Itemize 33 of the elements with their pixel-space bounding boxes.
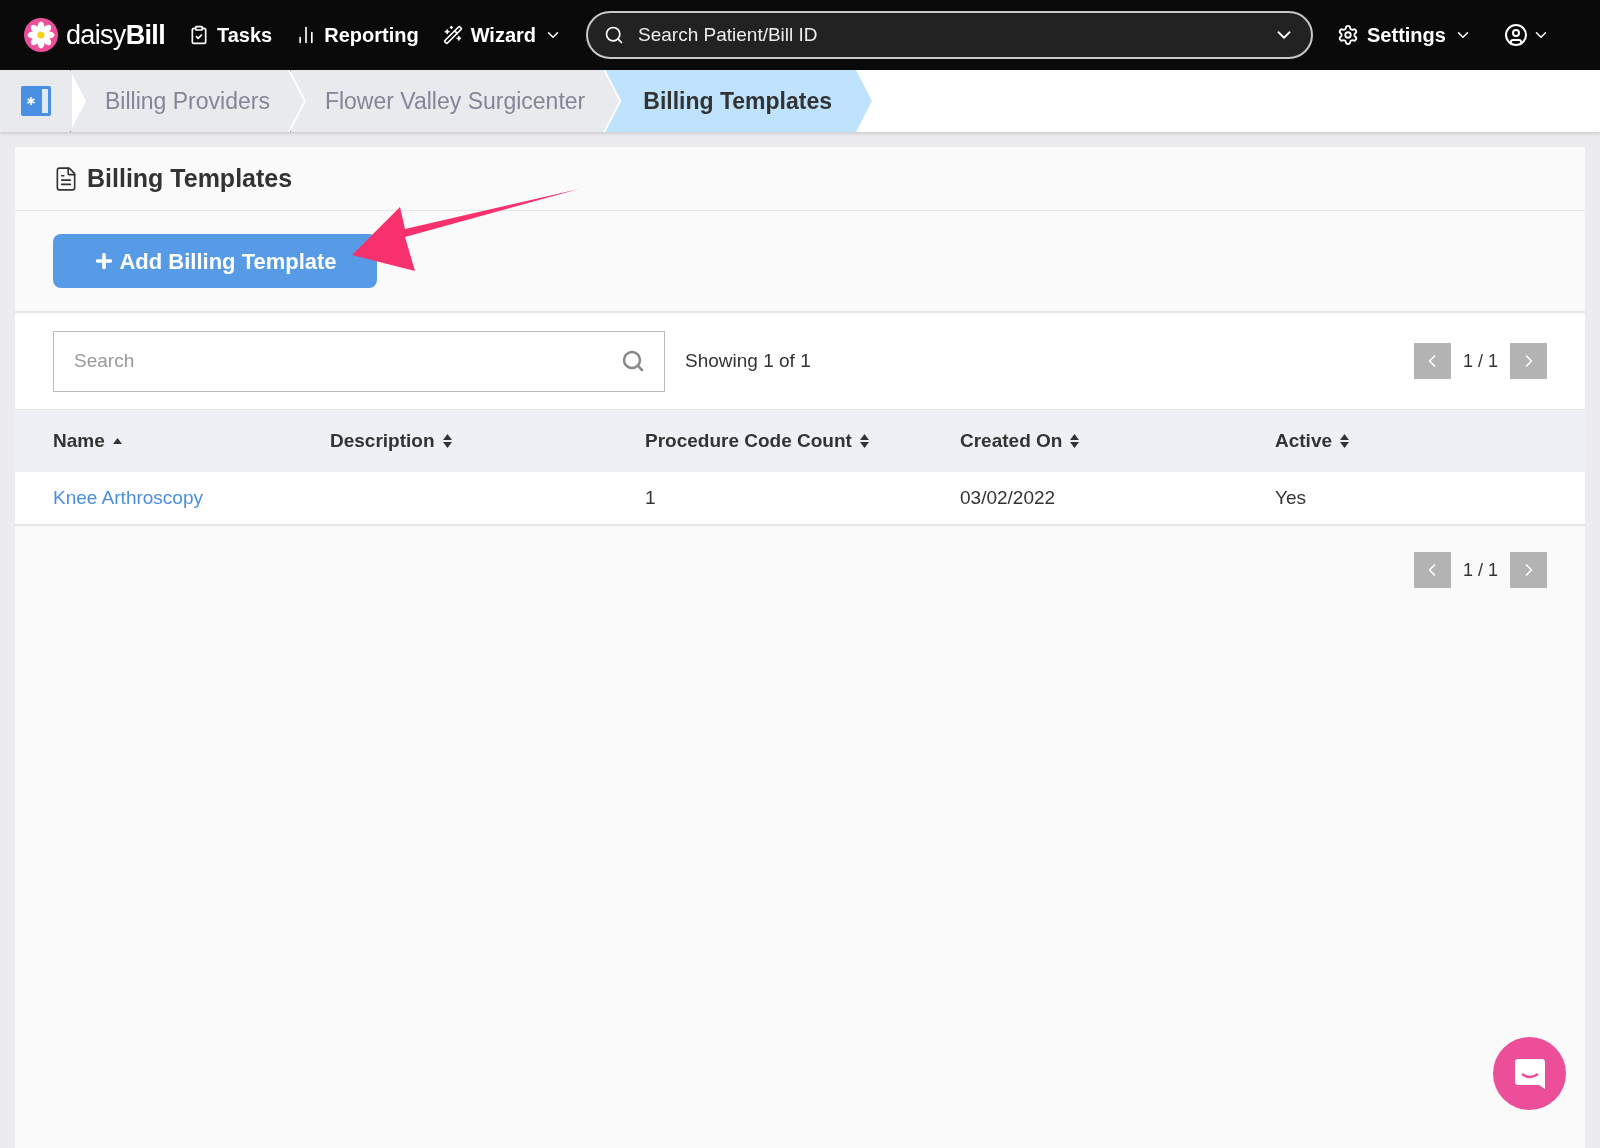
flower-logo-icon bbox=[24, 18, 58, 52]
column-header[interactable]: Procedure Code Count bbox=[645, 426, 960, 456]
logo-wordmark[interactable]: daisyBill bbox=[66, 14, 165, 56]
magic-wand-icon bbox=[442, 25, 463, 45]
patient-search-field[interactable]: Search Patient/Bill ID bbox=[586, 11, 1314, 59]
settings-menu[interactable]: Settings bbox=[1337, 20, 1472, 50]
column-header[interactable]: Created On bbox=[960, 426, 1275, 456]
breadcrumb-item[interactable]: Billing Templates bbox=[605, 70, 872, 132]
column-header[interactable]: Active bbox=[1275, 426, 1547, 456]
user-avatar-icon bbox=[1503, 23, 1528, 47]
column-header[interactable]: Description bbox=[330, 426, 645, 456]
page-indicator: 1 / 1 bbox=[1462, 558, 1498, 582]
next-page-button[interactable] bbox=[1510, 343, 1547, 379]
page-indicator: 1 / 1 bbox=[1462, 349, 1498, 373]
next-page-button[interactable] bbox=[1510, 552, 1547, 588]
table-cell: 03/02/2022 bbox=[960, 486, 1056, 508]
table-cell: 1 bbox=[645, 486, 656, 508]
breadcrumb-home[interactable] bbox=[0, 70, 72, 132]
search-icon bbox=[621, 348, 645, 373]
previous-page-button[interactable] bbox=[1413, 552, 1451, 588]
chat-bubble-icon bbox=[1512, 1056, 1547, 1091]
provider-card-icon bbox=[21, 86, 51, 116]
nav-menu-item[interactable]: Tasks bbox=[188, 20, 273, 50]
nav-menu-item[interactable]: Wizard bbox=[442, 20, 563, 50]
previous-page-button[interactable] bbox=[1413, 343, 1451, 379]
showing-count: Showing 1 of 1 bbox=[685, 348, 811, 373]
settings-icon bbox=[1337, 24, 1360, 46]
panel-title: Billing Templates bbox=[87, 162, 293, 194]
table-cell: Yes bbox=[1275, 486, 1306, 508]
search-icon bbox=[604, 25, 625, 45]
search-field[interactable]: Search bbox=[53, 330, 665, 392]
nav-menu-item[interactable]: Reporting bbox=[296, 20, 419, 50]
column-header[interactable]: Name bbox=[53, 426, 330, 456]
